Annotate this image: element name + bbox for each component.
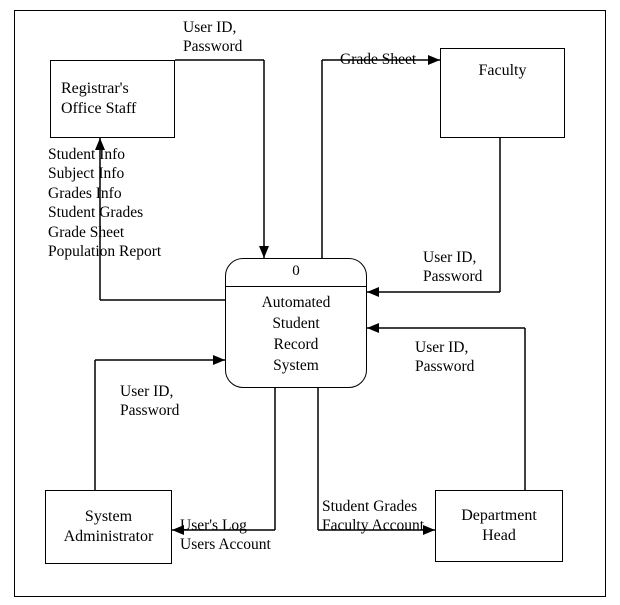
flow-process-to-depthead: Student Grades Faculty Account — [322, 497, 424, 536]
flow-sysadmin-to-process: User ID, Password — [120, 382, 179, 421]
entity-depthead-label: Department Head — [461, 506, 537, 546]
dfd-diagram: Registrar's Office Staff Faculty System … — [0, 0, 620, 605]
flow-depthead-to-process: User ID, Password — [415, 338, 474, 377]
entity-faculty: Faculty — [440, 48, 565, 138]
entity-department-head: Department Head — [435, 490, 563, 562]
flow-process-to-sysadmin: User's Log Users Account — [180, 516, 271, 555]
flow-faculty-to-process: User ID, Password — [423, 248, 482, 287]
process-number: 0 — [226, 259, 366, 287]
entity-registrar-label: Registrar's Office Staff — [61, 79, 136, 119]
process-name: Automated Student Record System — [226, 287, 366, 383]
flow-process-to-registrar: Student Info Subject Info Grades Info St… — [48, 145, 161, 261]
process-automated-student-record-system: 0 Automated Student Record System — [225, 258, 367, 388]
entity-registrar: Registrar's Office Staff — [50, 60, 175, 138]
entity-sysadmin-label: System Administrator — [64, 507, 154, 547]
flow-process-to-faculty: Grade Sheet — [340, 50, 416, 69]
entity-system-administrator: System Administrator — [45, 490, 172, 564]
flow-registrar-to-process: User ID, Password — [183, 18, 242, 57]
entity-faculty-label: Faculty — [479, 61, 527, 81]
